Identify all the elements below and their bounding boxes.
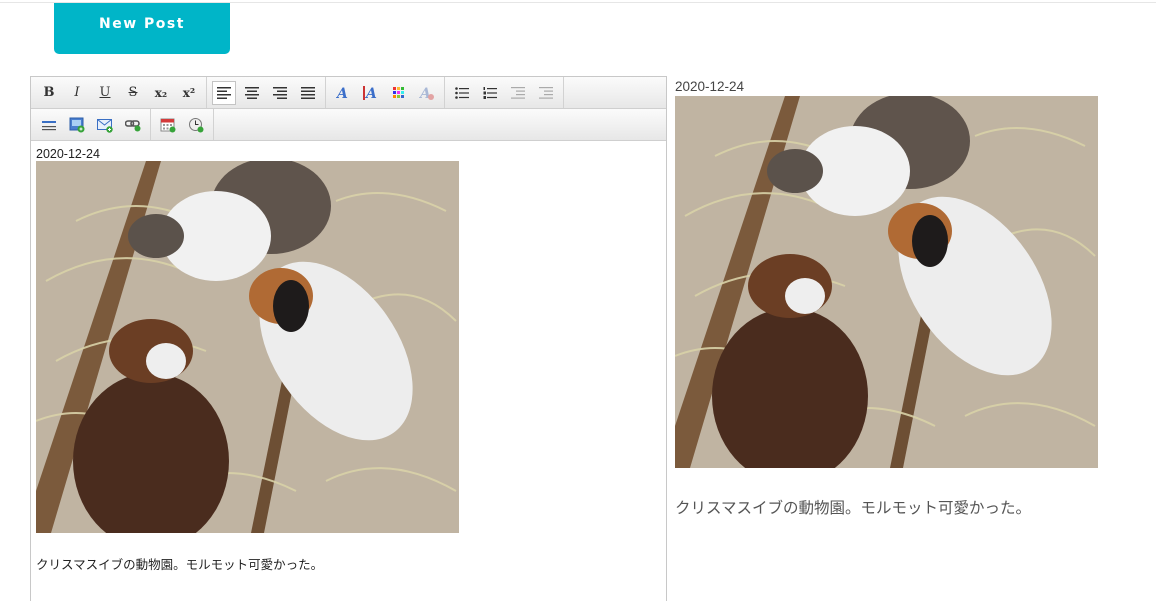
toolbar-separator	[444, 77, 445, 108]
insert-link-button[interactable]	[121, 113, 145, 137]
rich-text-editor[interactable]: B I U S x₂ x² A A A 2020-12-24 クリスマスイブの動…	[30, 76, 667, 601]
italic-button[interactable]: I	[65, 81, 89, 105]
underline-glyph: U	[99, 85, 111, 100]
font-style-button[interactable]: A	[331, 81, 355, 105]
align-right-icon	[273, 86, 287, 99]
insert-image-icon	[69, 117, 85, 132]
color-picker-button[interactable]	[387, 81, 411, 105]
editor-guinea-pig-photo[interactable]	[36, 161, 459, 533]
font-style-icon: A	[336, 86, 348, 100]
bold-glyph: B	[43, 85, 55, 100]
indent-icon	[539, 86, 553, 99]
indent-button[interactable]	[534, 81, 558, 105]
align-left-button[interactable]	[212, 80, 236, 105]
subscript-glyph: x₂	[154, 85, 168, 100]
toolbar-row-1: B I U S x₂ x² A A A	[31, 77, 666, 109]
bullet-list-icon	[455, 86, 469, 99]
preview-date: 2020-12-24	[675, 79, 745, 94]
color-palette-icon	[393, 86, 404, 98]
insert-email-button[interactable]	[93, 113, 117, 137]
clear-format-button[interactable]: A	[415, 81, 439, 105]
toolbar-separator	[213, 109, 214, 140]
svg-text:A: A	[364, 86, 377, 100]
toolbar-separator	[325, 77, 326, 108]
insert-date-button[interactable]	[156, 113, 180, 137]
align-center-icon	[245, 86, 259, 99]
font-size-icon: A	[363, 85, 377, 100]
italic-glyph: I	[74, 85, 80, 100]
insert-time-button[interactable]	[184, 113, 208, 137]
editor-content[interactable]: 2020-12-24 クリスマスイブの動物園。モルモット可愛かった。	[31, 141, 666, 579]
outdent-icon	[511, 86, 525, 99]
insert-image-button[interactable]	[65, 113, 89, 137]
calendar-icon	[160, 118, 176, 132]
numbered-list-button[interactable]	[478, 81, 502, 105]
strikethrough-glyph: S	[128, 85, 138, 100]
clear-format-icon: A	[419, 86, 434, 100]
editor-date: 2020-12-24	[36, 147, 100, 161]
toolbar-separator	[206, 77, 207, 108]
preview-guinea-pig-photo	[675, 96, 1098, 468]
clock-icon	[189, 117, 204, 132]
toolbar-separator	[563, 77, 564, 108]
superscript-glyph: x²	[182, 85, 196, 100]
email-icon	[97, 118, 113, 133]
toolbar-row-2	[31, 109, 666, 141]
bullet-list-button[interactable]	[450, 81, 474, 105]
svg-text:A: A	[336, 86, 348, 100]
link-icon	[125, 119, 141, 131]
justify-icon	[301, 86, 315, 99]
align-right-button[interactable]	[268, 81, 292, 105]
underline-button[interactable]: U	[93, 81, 117, 105]
outdent-button[interactable]	[506, 81, 530, 105]
align-center-button[interactable]	[240, 81, 264, 105]
toolbar-separator	[150, 109, 151, 140]
superscript-button[interactable]: x²	[177, 81, 201, 105]
horizontal-rule-icon	[42, 120, 56, 130]
justify-button[interactable]	[296, 81, 320, 105]
editor-caption: クリスマスイブの動物園。モルモット可愛かった。	[36, 558, 324, 572]
strikethrough-button[interactable]: S	[121, 81, 145, 105]
numbered-list-icon	[483, 86, 497, 99]
subscript-button[interactable]: x₂	[149, 81, 173, 105]
horizontal-rule-button[interactable]	[37, 113, 61, 137]
preview-caption: クリスマスイブの動物園。モルモット可愛かった。	[675, 500, 1032, 517]
new-post-button[interactable]: New Post	[54, 3, 230, 54]
bold-button[interactable]: B	[37, 81, 61, 105]
post-preview: 2020-12-24 クリスマスイブの動物園。モルモット可愛かった。	[675, 78, 1105, 518]
align-left-icon	[217, 86, 231, 99]
font-size-button[interactable]: A	[359, 81, 383, 105]
